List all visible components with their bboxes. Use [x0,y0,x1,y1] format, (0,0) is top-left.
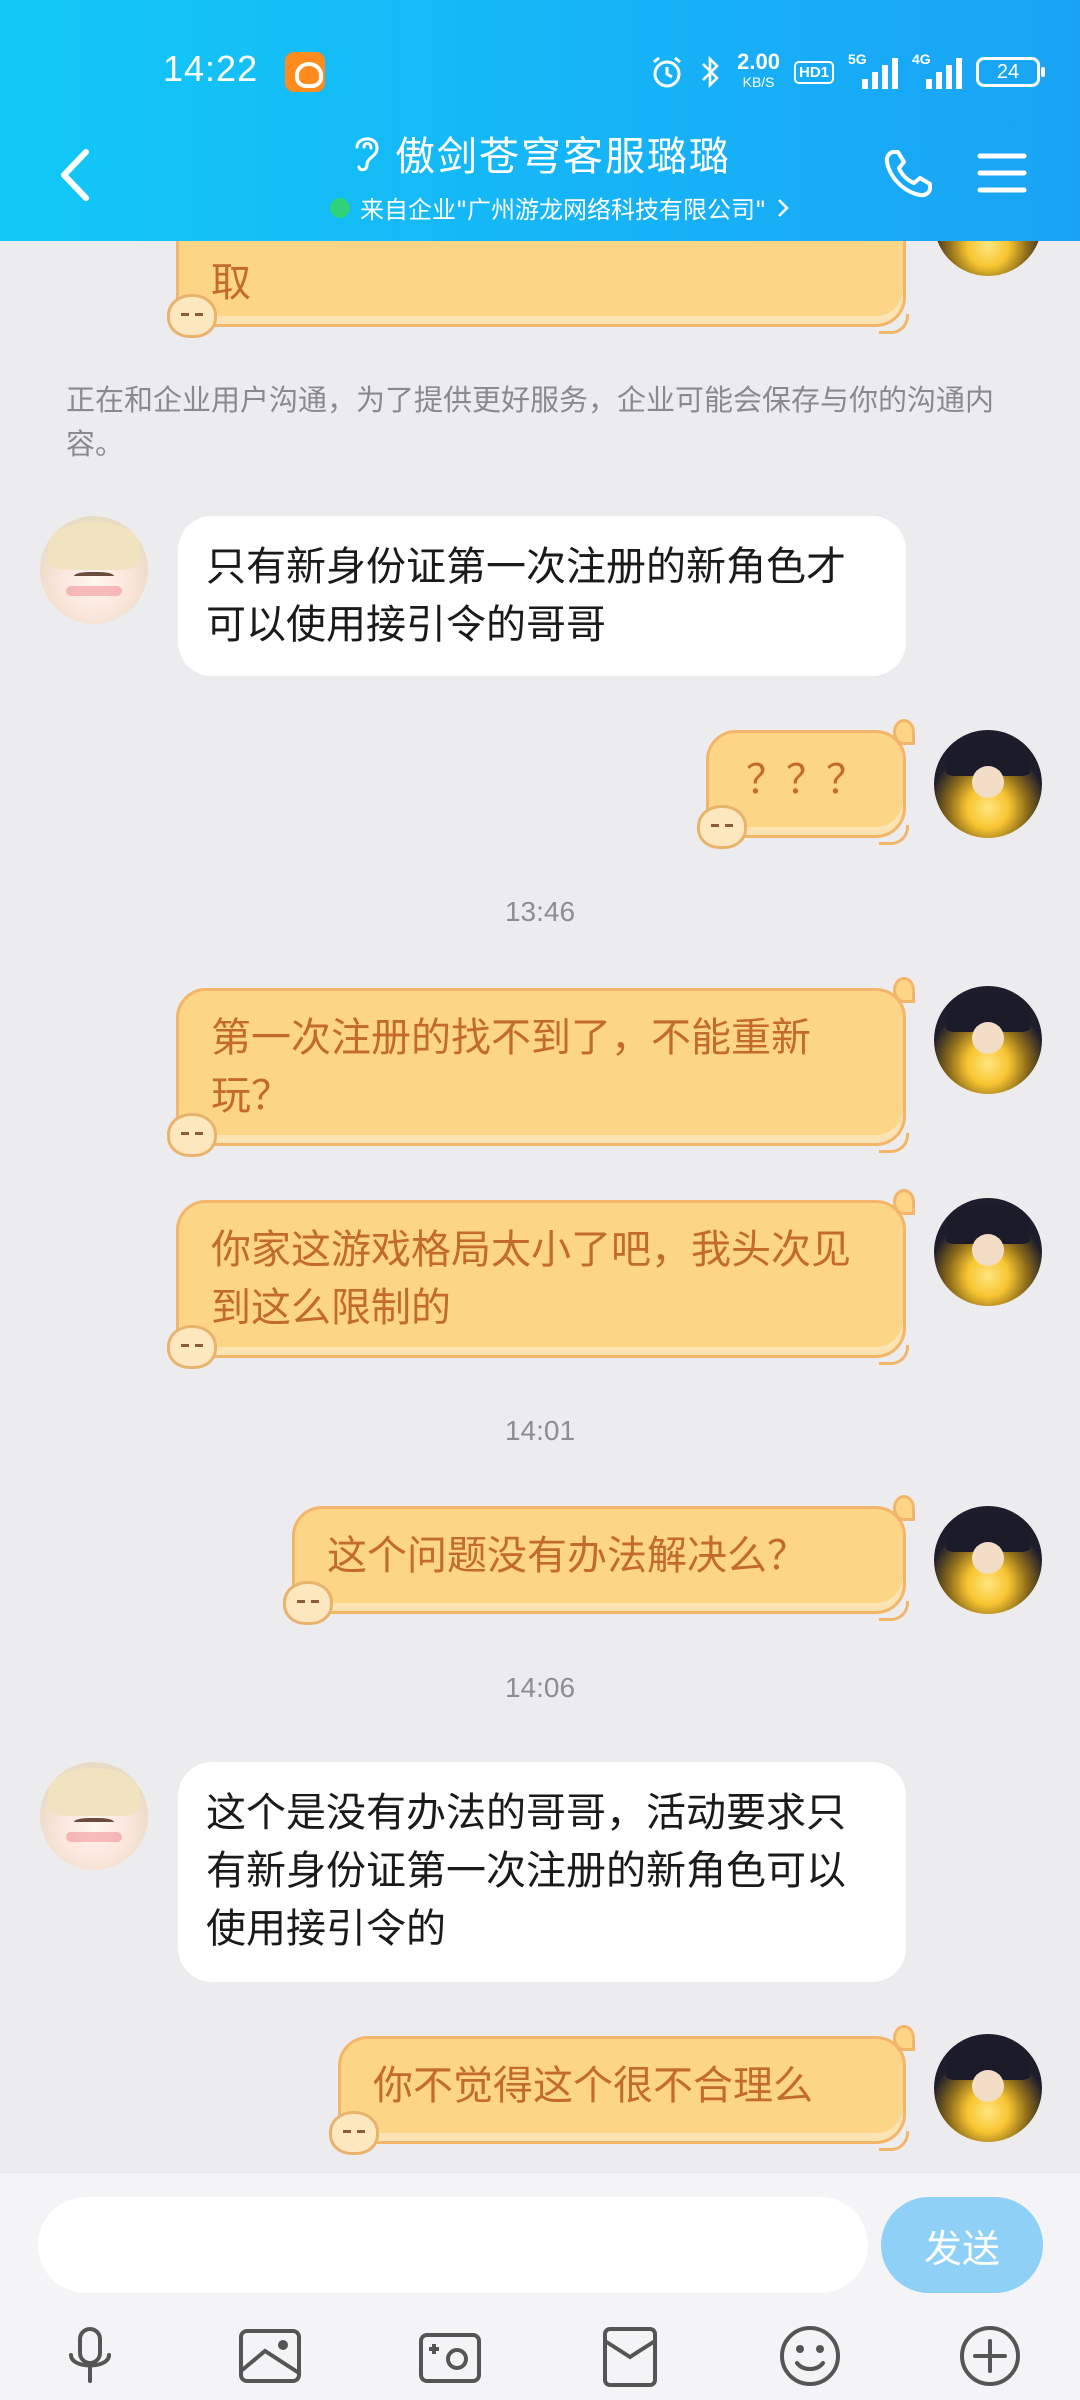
avatar-self[interactable] [934,1198,1042,1306]
chat-bubble-outgoing[interactable]: 这个问题没有办法解决么？ [283,1495,915,1625]
image-icon[interactable] [235,2321,305,2391]
face-decoration [972,1234,1004,1266]
avatar-agent[interactable] [40,1762,148,1870]
send-button[interactable]: 发送 [881,2197,1043,2293]
message-text: 第一次注册的找不到了，不能重新玩？ [211,1015,811,1119]
network-speed: 2.00 KB/S [737,49,780,92]
chat-bubble-outgoing[interactable]: ？？？ [697,719,915,849]
cat-tail-decoration [879,1345,909,1365]
status-icons: 2.00 KB/S HD1 5G 4G 24 [649,48,1045,96]
app-notification-icon [285,52,325,92]
avatar-agent[interactable] [40,516,148,624]
status-bar: 14:22 2.00 KB/S HD1 5G 4G 24 [0,0,1080,140]
avatar-self[interactable] [934,2034,1042,2142]
cat-ear-decoration [893,977,915,1003]
signal-sim2-icon: 4G [912,51,962,89]
status-time: 14:22 [163,48,259,89]
emoji-icon[interactable] [775,2321,845,2391]
chat-bubble-outgoing[interactable]: 你不觉得这个很不合理么 [329,2025,915,2155]
cat-face-icon [167,294,217,338]
avatar-self[interactable] [934,730,1042,838]
signal-bars [926,58,962,89]
blush-decoration [66,586,122,596]
online-status-dot [329,197,350,218]
alarm-icon [653,56,682,88]
add-more-icon[interactable] [955,2321,1025,2391]
privacy-notice: 正在和企业用户沟通，为了提供更好服务，企业可能会保存与你的沟通内容。 [66,383,995,461]
message-text: 这个问题没有办法解决么？ [327,1533,807,1579]
cat-face-icon [697,805,747,849]
input-area: 发送 [0,2172,1080,2400]
signal-bars [862,58,898,89]
message-text: 取 [211,260,251,306]
hair-decoration [48,522,140,570]
chat-title: 傲剑苍穹客服璐璐 [395,134,731,180]
timestamp: 14:01 [504,1415,576,1446]
cat-ear-decoration [893,719,915,745]
cat-face-icon [329,2111,379,2155]
timestamp: 13:46 [504,896,576,927]
cat-tail-decoration [879,1133,909,1153]
chat-bubble-incoming[interactable]: 只有新身份证第一次注册的新角色才可以使用接引令的哥哥 [178,516,906,676]
chat-bubble-outgoing[interactable]: 第一次注册的找不到了，不能重新玩？ [167,977,915,1157]
chat-bubble-outgoing[interactable]: 你家这游戏格局太小了吧，我头次见到这么限制的 [167,1189,915,1369]
cat-face-icon [167,1325,217,1369]
chat-area[interactable]: 取 正在和企业用户沟通，为了提供更好服务，企业可能会保存与你的沟通内容。 只有新… [0,0,1080,2172]
hearing-ear-icon [355,137,379,172]
camera-icon[interactable] [415,2321,485,2391]
company-subtitle: 来自企业"广州游龙网络科技有限公司" [359,196,767,224]
message-text: 只有新身份证第一次注册的新角色才可以使用接引令的哥哥 [206,544,846,648]
chat-header: 14:22 2.00 KB/S HD1 5G 4G 24 傲剑苍穹客服璐璐 来自… [0,0,1080,241]
message-text: 你家这游戏格局太小了吧，我头次见到这么限制的 [211,1227,851,1331]
signal-sim1-icon: 5G [848,51,898,89]
cat-ear-decoration [893,1495,915,1521]
face-decoration [972,2070,1004,2102]
network-speed-unit: KB/S [742,74,775,90]
message-text: 你不觉得这个很不合理么 [373,2063,813,2109]
bluetooth-icon [702,55,719,89]
message-text: 这个是没有办法的哥哥，活动要求只有新身份证第一次注册的新角色可以使用接引令的 [206,1790,846,1952]
avatar-self[interactable] [934,986,1042,1094]
chevron-right-icon [778,198,789,217]
cat-tail-decoration [879,314,909,334]
cat-face-icon [167,1113,217,1157]
red-packet-icon[interactable] [595,2321,665,2391]
blush-decoration [66,1832,122,1842]
timestamp: 14:06 [504,1672,576,1703]
hair-decoration [48,1768,140,1816]
menu-icon[interactable] [976,148,1028,198]
eyes-decoration [74,572,114,582]
microphone-icon[interactable] [55,2321,125,2391]
chat-bubble-incoming[interactable]: 这个是没有办法的哥哥，活动要求只有新身份证第一次注册的新角色可以使用接引令的 [178,1762,906,1982]
hd-voice-badge: HD1 [793,60,834,84]
cat-ear-decoration [893,2025,915,2051]
battery-icon: 24 [976,57,1045,87]
face-decoration [972,766,1004,798]
message-input[interactable] [38,2197,868,2293]
network-speed-value: 2.00 [737,49,780,74]
face-decoration [972,1022,1004,1054]
phone-call-icon[interactable] [880,146,936,202]
cat-tail-decoration [879,2131,909,2151]
avatar-self[interactable] [934,1506,1042,1614]
message-text: ？？？ [746,757,866,803]
cat-tail-decoration [879,1601,909,1621]
cat-face-icon [283,1581,333,1625]
cat-ear-decoration [893,1189,915,1215]
face-decoration [972,1542,1004,1574]
cat-tail-decoration [879,825,909,845]
eyes-decoration [74,1818,114,1828]
input-toolbar [0,2313,1080,2400]
